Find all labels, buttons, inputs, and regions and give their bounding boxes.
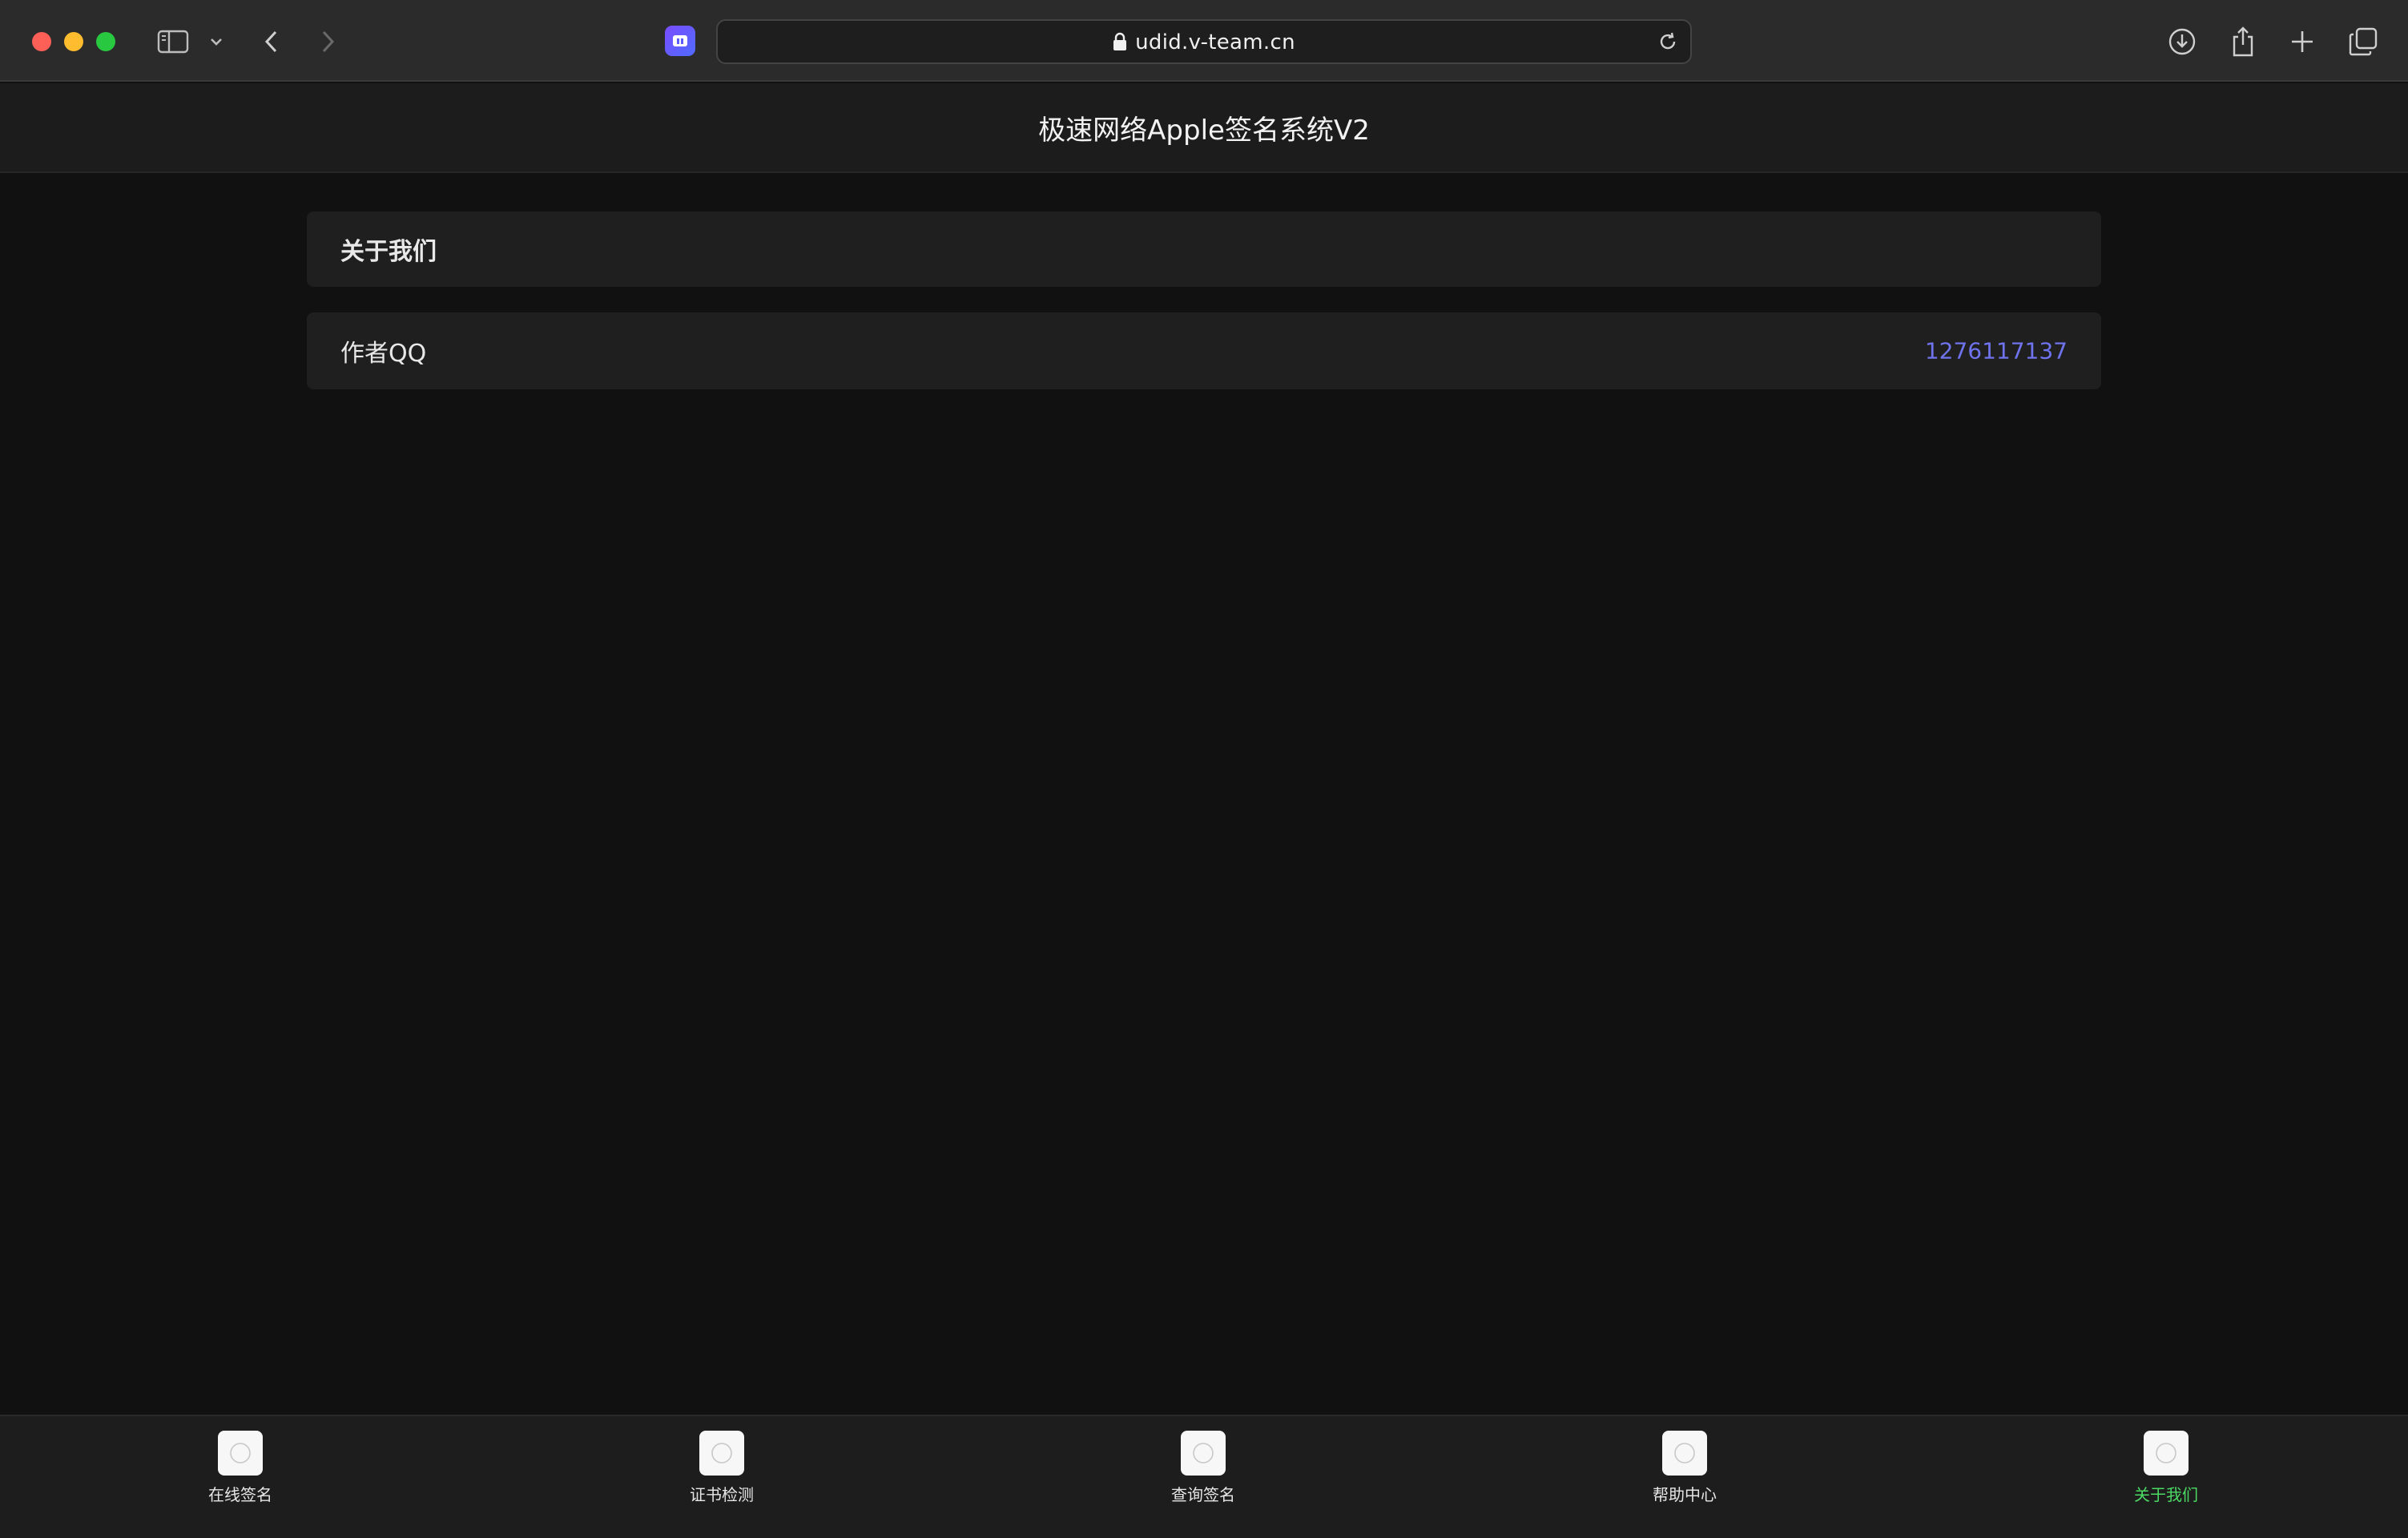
lock-icon xyxy=(1113,32,1127,57)
downloads-icon[interactable] xyxy=(2166,26,2198,58)
chevron-down-icon[interactable] xyxy=(207,26,226,58)
tab-overview-icon[interactable] xyxy=(2346,26,2381,58)
tab-about-us[interactable]: 关于我们 xyxy=(2078,1431,2254,1505)
tab-icon xyxy=(218,1431,263,1476)
about-title: 关于我们 xyxy=(340,238,437,266)
tab-label: 查询签名 xyxy=(1171,1485,1235,1504)
bottom-tab-bar: 在线签名 证书检测 查询签名 帮助中心 关于我们 xyxy=(0,1415,2408,1538)
tab-icon xyxy=(1662,1431,1707,1476)
url-text: udid.v-team.cn xyxy=(1135,30,1295,54)
maximize-window-button[interactable] xyxy=(96,32,115,51)
back-icon[interactable] xyxy=(260,26,284,58)
new-tab-icon[interactable] xyxy=(2286,26,2318,58)
minimize-window-button[interactable] xyxy=(64,32,83,51)
share-icon[interactable] xyxy=(2227,26,2259,58)
tab-icon xyxy=(2144,1431,2189,1476)
sidebar-toggle-icon[interactable] xyxy=(155,26,191,58)
forward-icon[interactable] xyxy=(316,26,340,58)
tab-help-center[interactable]: 帮助中心 xyxy=(1597,1431,1773,1505)
close-window-button[interactable] xyxy=(32,32,51,51)
tab-query-sign[interactable]: 查询签名 xyxy=(1115,1431,1291,1505)
author-qq-row: 作者QQ 1276117137 xyxy=(307,312,2101,389)
tab-label: 帮助中心 xyxy=(1653,1485,1717,1504)
tab-icon xyxy=(1181,1431,1226,1476)
address-bar[interactable]: udid.v-team.cn xyxy=(716,19,1692,64)
extension-icon[interactable] xyxy=(665,26,695,56)
tab-label: 关于我们 xyxy=(2134,1485,2198,1504)
author-qq-label: 作者QQ xyxy=(340,340,427,368)
author-qq-link[interactable]: 1276117137 xyxy=(1925,338,2068,364)
tab-label: 证书检测 xyxy=(690,1485,754,1504)
tab-icon xyxy=(699,1431,744,1476)
page-header: 极速网络Apple签名系统V2 xyxy=(0,83,2408,173)
page-title: 极速网络Apple签名系统V2 xyxy=(1038,114,1370,147)
about-card: 关于我们 xyxy=(307,211,2101,287)
tab-label: 在线签名 xyxy=(208,1485,272,1504)
tab-cert-check[interactable]: 证书检测 xyxy=(634,1431,810,1505)
browser-toolbar: udid.v-team.cn xyxy=(0,0,2408,82)
reload-icon[interactable] xyxy=(1657,30,1679,56)
tab-online-sign[interactable]: 在线签名 xyxy=(152,1431,328,1505)
